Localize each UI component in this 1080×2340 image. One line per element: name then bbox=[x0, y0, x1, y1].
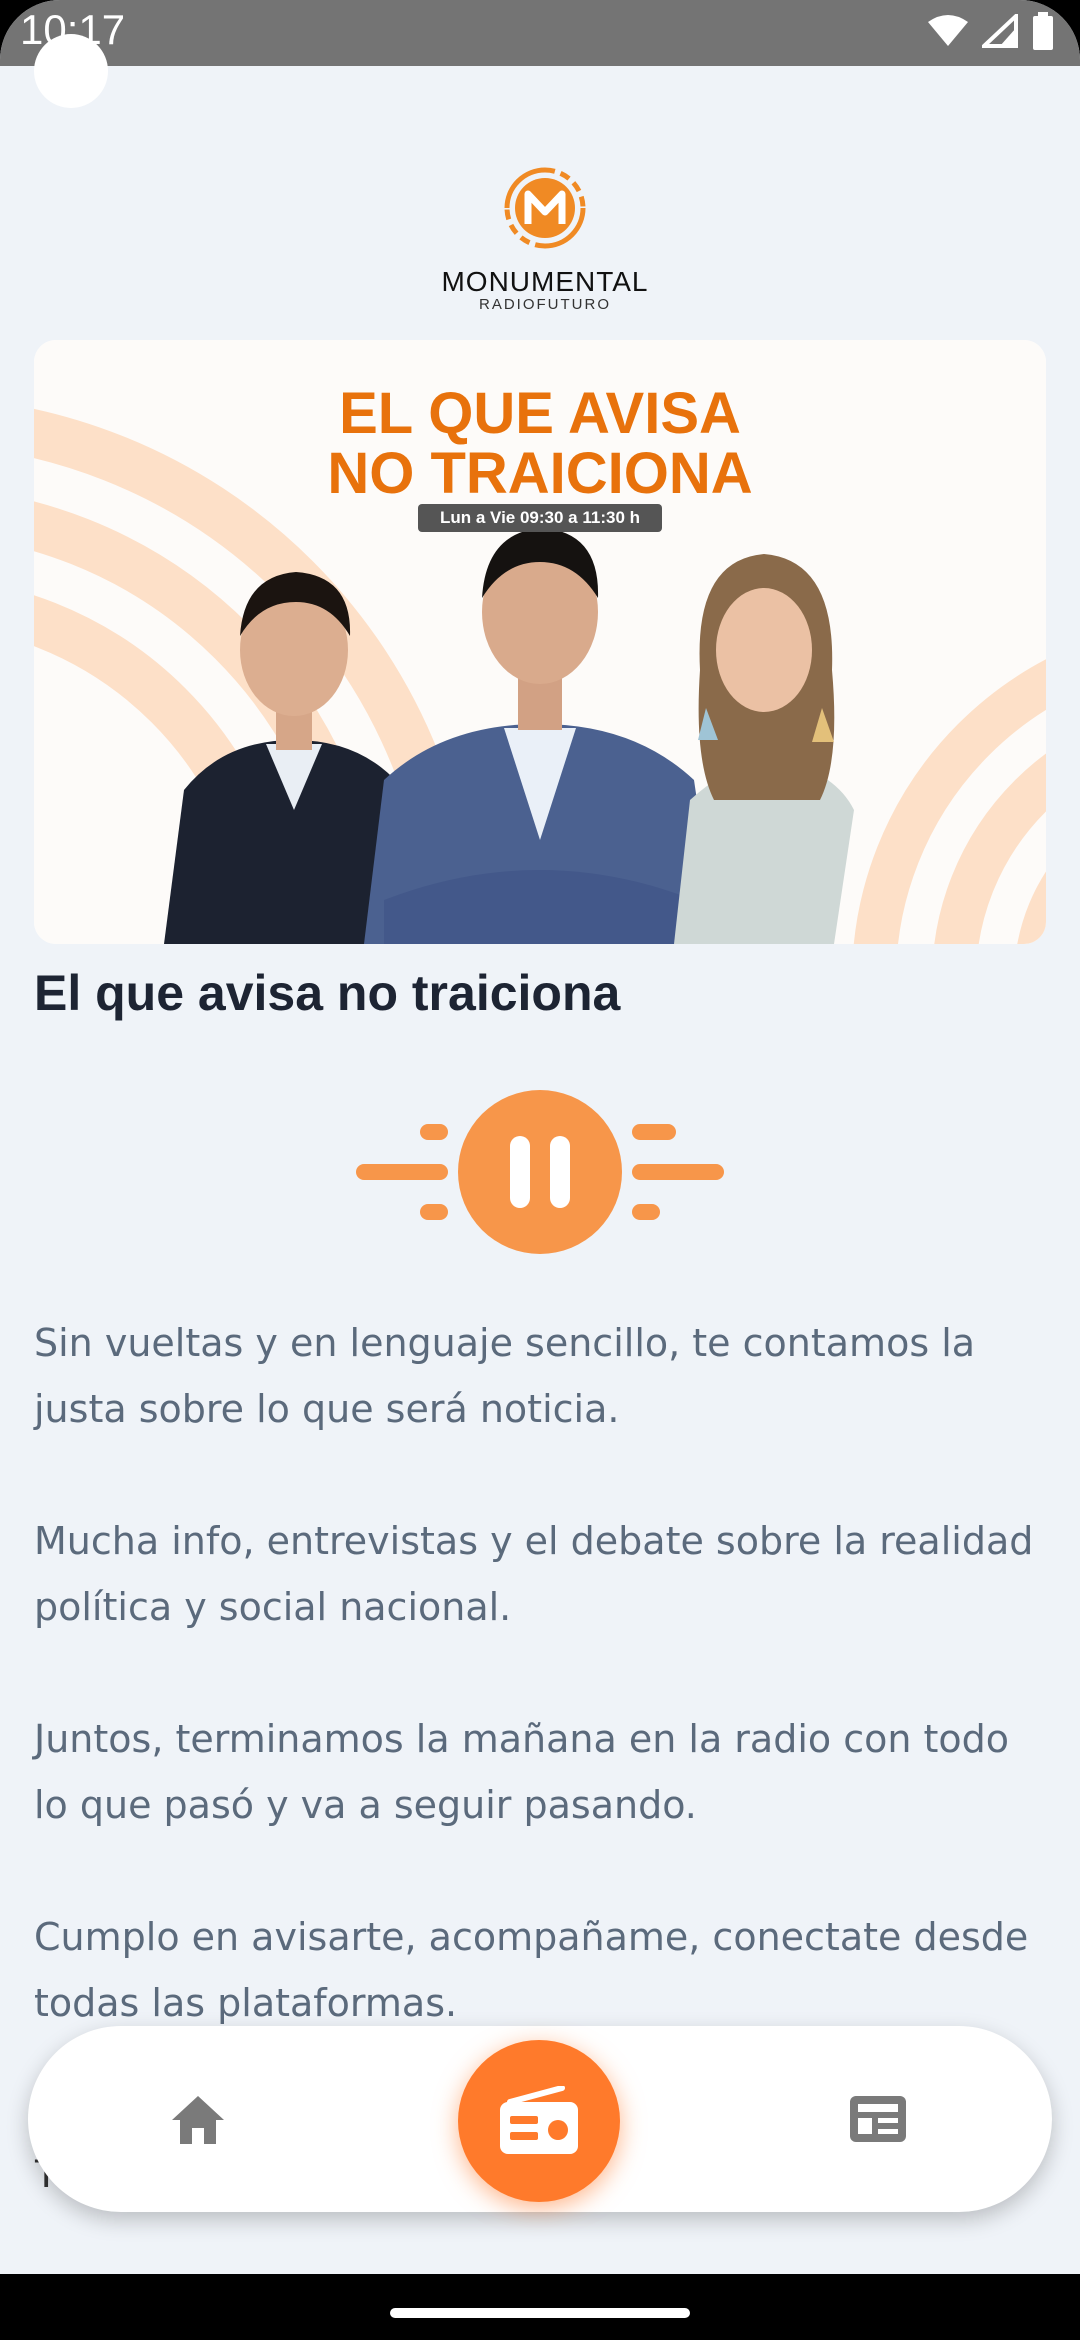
description-paragraph: Sin vueltas y en lenguaje sencillo, te c… bbox=[34, 1321, 976, 1431]
bottom-navigation bbox=[28, 2026, 1052, 2212]
sound-wave-right-icon bbox=[632, 1124, 724, 1220]
pause-icon bbox=[510, 1136, 530, 1208]
radio-icon bbox=[500, 2086, 578, 2154]
app-screen: 10:17 MONUMENTAL RADIOFUTURO EL QUE AVIS… bbox=[0, 0, 1080, 2340]
audio-player bbox=[356, 1090, 724, 1254]
battery-icon bbox=[1033, 12, 1053, 50]
description-paragraph: Juntos, terminamos la mañana en la radio… bbox=[34, 1717, 1010, 1827]
pause-button[interactable] bbox=[458, 1090, 622, 1254]
banner-title-line2: NO TRAICIONA bbox=[327, 441, 753, 506]
monumental-logo-icon bbox=[504, 167, 586, 249]
logo-name: MONUMENTAL bbox=[441, 266, 649, 297]
banner-schedule: Lun a Vie 09:30 a 11:30 h bbox=[418, 504, 662, 532]
home-gesture-handle[interactable] bbox=[390, 2308, 690, 2318]
camera-cutout bbox=[34, 34, 108, 108]
news-icon[interactable] bbox=[848, 2092, 908, 2146]
status-icons bbox=[928, 12, 1054, 50]
logo-subtitle: RADIOFUTURO bbox=[479, 296, 611, 313]
home-icon[interactable] bbox=[168, 2090, 228, 2150]
description-paragraph: Cumplo en avisarte, acompañame, conectat… bbox=[34, 1915, 1029, 2025]
program-banner: EL QUE AVISA NO TRAICIONA Lun a Vie 09:3… bbox=[34, 340, 1046, 944]
signal-icon bbox=[982, 14, 1018, 48]
system-navigation-bar bbox=[0, 2274, 1080, 2340]
wifi-icon bbox=[928, 15, 968, 46]
radio-nav-button[interactable] bbox=[458, 2040, 620, 2202]
status-bar: 10:17 bbox=[0, 0, 1080, 66]
sound-wave-left-icon bbox=[356, 1124, 448, 1220]
banner-title-line1: EL QUE AVISA bbox=[339, 381, 741, 446]
station-logo: MONUMENTAL RADIOFUTURO bbox=[430, 158, 660, 313]
program-title: El que avisa no traiciona bbox=[34, 965, 621, 1021]
description-paragraph: Mucha info, entrevistas y el debate sobr… bbox=[34, 1519, 1034, 1629]
program-description: Sin vueltas y en lenguaje sencillo, te c… bbox=[34, 1310, 1034, 2102]
